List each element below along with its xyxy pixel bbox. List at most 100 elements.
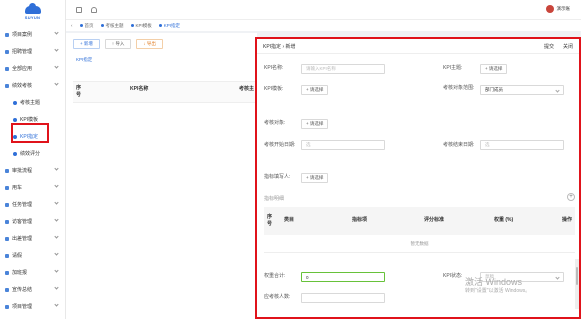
kpi-name-input[interactable]: 请输入KPI名称 (301, 64, 385, 74)
bell-icon[interactable] (91, 6, 97, 13)
chevron-down-icon (54, 234, 59, 239)
sidebar-item[interactable]: 绩效考核 (0, 77, 65, 94)
sidebar-item[interactable]: 任务管理 (0, 196, 65, 213)
sidebar: SUYUN 项目案例招聘管理全部应用绩效考核考核主题 KPI模板 KPI指定绩效评分… (0, 0, 66, 319)
kpi-list-panel: + 新增 ↑ 导入 ↓ 导出 KPI指定 序号 KPI名称 考核主 (66, 33, 257, 319)
section-title: 指标明细 (264, 196, 285, 202)
assessor-count-input[interactable] (301, 293, 385, 303)
indicator-section: 指标明细 + (264, 193, 575, 202)
kpi-status-label: KPI状态: (443, 273, 463, 279)
sidebar-item-label: 招聘管理 (12, 49, 33, 55)
tab-dot-icon (130, 24, 134, 27)
col-indicator: 指标项 (352, 217, 368, 223)
dot-icon (13, 134, 17, 139)
import-button-label: 导入 (115, 41, 125, 46)
panel-scrollbar[interactable] (575, 259, 579, 309)
sidebar-item-label: 访客管理 (12, 219, 33, 225)
col-theme: 考核主 (239, 86, 255, 92)
sidebar-item-label: KPI指定 (20, 134, 39, 140)
chevron-down-icon (54, 30, 59, 35)
user-menu[interactable]: 演示账 (545, 5, 570, 13)
tab-bar: ‹ 首页 考核主题 KPI模板 KPI指定 (66, 19, 581, 31)
import-button[interactable]: ↑ 导入 (104, 39, 132, 49)
sidebar-item-label: 全部应用 (12, 66, 33, 72)
sidebar-item[interactable]: 访客管理 (0, 213, 65, 230)
kpi-name-label: KPI名称: (264, 65, 284, 71)
folder-icon (5, 304, 9, 309)
tab[interactable]: KPI模板 (130, 23, 152, 29)
chevron-down-icon (54, 64, 59, 69)
tab-label: 考核主题 (105, 22, 124, 28)
chevron-down-icon (54, 200, 59, 205)
target-scope-select[interactable]: 部门成员 (480, 85, 564, 95)
start-date-input[interactable]: 选 (301, 140, 385, 150)
folder-icon (5, 202, 9, 207)
sidebar-item[interactable]: 绩效评分 (0, 145, 65, 162)
sidebar-item[interactable]: 全部应用 (0, 60, 65, 77)
sidebar-item[interactable]: 项目案例 (0, 26, 65, 43)
target-object-select-button[interactable]: + 请选择 (301, 119, 329, 129)
sidebar-item[interactable]: 出差管理 (0, 230, 65, 247)
sidebar-item-label: 考核主题 (20, 100, 41, 106)
sidebar-item-label: 绩效评分 (20, 151, 41, 157)
tab-label: KPI指定 (163, 22, 181, 28)
sidebar-item[interactable]: 招聘管理 (0, 43, 65, 60)
chevron-down-icon (555, 275, 560, 280)
folder-icon (5, 49, 9, 54)
tab[interactable]: 考核主题 (100, 22, 124, 29)
sidebar-item[interactable]: 用车 (0, 179, 65, 196)
weight-total-input[interactable]: 0 (301, 272, 385, 282)
target-object-label: 考核对象: (264, 120, 286, 126)
end-date-input[interactable]: 选 (480, 140, 564, 150)
kpi-theme-select-button[interactable]: + 请选择 (480, 64, 508, 74)
export-button[interactable]: ↓ 导出 (136, 39, 163, 49)
sidebar-item[interactable]: KPI指定 (0, 128, 65, 145)
windows-activation-watermark: 激活 Windows 转到"设置"以激活 Windows。 (465, 277, 530, 294)
new-kpi-panel: KPI指定 › 新增 提交 关闭 KPI名称: 请输入KPI名称 KPI主题: … (255, 37, 581, 319)
logo: SUYUN (0, 0, 65, 26)
close-button[interactable]: 关闭 (563, 43, 573, 50)
folder-icon (5, 168, 9, 173)
sidebar-menu: 项目案例招聘管理全部应用绩效考核考核主题 KPI模板 KPI指定绩效评分审批流程用车… (0, 26, 65, 315)
indicator-person-select-button[interactable]: + 请选择 (301, 173, 329, 183)
sidebar-item[interactable]: 请假 (0, 247, 65, 264)
sidebar-item-label: KPI模板 (20, 117, 39, 123)
back-icon[interactable]: ‹ (71, 23, 73, 28)
sidebar-item[interactable]: 宣传总结 (0, 281, 65, 298)
kpi-template-label: KPI模板: (264, 86, 284, 92)
empty-state: 暂无数据 (264, 235, 575, 253)
col-seq: 序号 (76, 85, 82, 98)
folder-icon (5, 83, 9, 88)
col-category: 类目 (284, 217, 295, 223)
col-criteria: 评分标准 (424, 217, 445, 223)
sidebar-item-label: 出差管理 (12, 236, 33, 242)
sidebar-item[interactable]: KPI模板 (0, 111, 65, 128)
sidebar-item-label: 项目管理 (12, 304, 33, 310)
cloud-logo-icon (24, 3, 41, 14)
tab[interactable]: 首页 (79, 23, 94, 29)
kpi-template-select-button[interactable]: + 请选择 (301, 85, 329, 95)
folder-icon (5, 270, 9, 275)
sidebar-item[interactable]: 加班报 (0, 264, 65, 281)
sidebar-item-label: 任务管理 (12, 202, 33, 208)
submit-button[interactable]: 提交 (544, 43, 554, 50)
new-button-label: 新增 (83, 41, 93, 46)
tab-dot-icon (79, 24, 83, 27)
sidebar-item[interactable]: 审批流程 (0, 162, 65, 179)
tab-dot-icon (100, 24, 104, 27)
avatar (545, 5, 554, 13)
grid-icon[interactable] (76, 6, 82, 13)
watermark-title: 激活 Windows (465, 277, 523, 287)
indicator-table: 序号 类目 指标项 评分标准 权重 (%) 操作 暂无数据 (264, 207, 575, 253)
list-subtab[interactable]: KPI指定 (76, 57, 257, 63)
target-scope-value: 部门成员 (485, 87, 503, 92)
sidebar-item-label: 用车 (12, 185, 23, 191)
add-indicator-button[interactable]: + (567, 193, 575, 201)
chevron-down-icon (54, 251, 59, 256)
sidebar-item[interactable]: 项目管理 (0, 298, 65, 315)
sidebar-item[interactable]: 考核主题 (0, 94, 65, 111)
dot-icon (13, 151, 17, 156)
new-button[interactable]: + 新增 (73, 39, 100, 49)
chevron-down-icon (54, 166, 59, 171)
tab[interactable]: KPI指定 (158, 22, 181, 29)
